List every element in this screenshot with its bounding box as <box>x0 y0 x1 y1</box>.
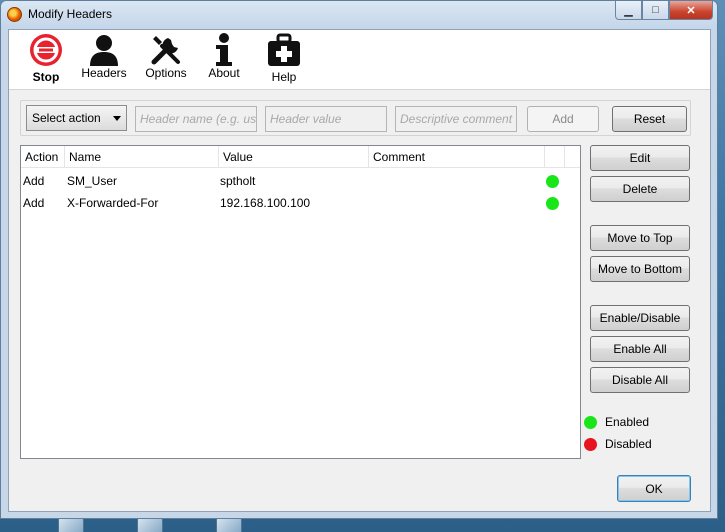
toolbar-about[interactable]: About <box>203 32 245 80</box>
table-row[interactable]: Add SM_User sptholt <box>21 170 580 192</box>
desktop-shortcut-icon[interactable] <box>137 517 163 532</box>
legend-enabled: Enabled <box>584 415 649 429</box>
column-header-status[interactable] <box>545 146 565 168</box>
toolbar-about-label: About <box>208 66 240 80</box>
toolbar-options[interactable]: Options <box>143 32 189 80</box>
info-icon <box>206 32 242 68</box>
disable-all-button[interactable]: Disable All <box>590 367 690 393</box>
close-button[interactable]: ✕ <box>669 1 713 20</box>
minimize-button[interactable]: ▁ <box>615 1 642 20</box>
disabled-status-icon <box>584 437 597 451</box>
delete-button[interactable]: Delete <box>590 176 690 202</box>
table-row[interactable]: Add X-Forwarded-For 192.168.100.100 <box>21 192 580 214</box>
title-bar[interactable]: Modify Headers ▁ □ ✕ <box>1 1 717 28</box>
comment-input[interactable] <box>395 106 517 132</box>
legend-disabled: Disabled <box>584 437 652 451</box>
cell-name: X-Forwarded-For <box>67 196 159 210</box>
header-action-bar: Select action Add Reset <box>20 100 691 136</box>
column-header-value[interactable]: Value <box>219 146 369 168</box>
cell-action: Add <box>23 196 45 210</box>
toolbar-help[interactable]: Help <box>263 32 305 84</box>
column-header-name[interactable]: Name <box>65 146 219 168</box>
column-header-action[interactable]: Action <box>21 146 65 168</box>
stop-icon <box>28 32 64 68</box>
modify-headers-window: Modify Headers ▁ □ ✕ Stop Headers Option… <box>0 0 718 519</box>
select-action-dropdown[interactable]: Select action <box>26 105 127 131</box>
headers-table: Action Name Value Comment Add SM_User sp… <box>20 145 581 459</box>
wrench-screwdriver-icon <box>148 32 184 68</box>
enabled-status-icon <box>546 175 559 188</box>
toolbar-options-label: Options <box>145 66 187 80</box>
desktop-shortcut-icon[interactable] <box>58 517 84 532</box>
window-controls: ▁ □ ✕ <box>615 1 713 20</box>
header-value-input[interactable] <box>265 106 387 132</box>
edit-button[interactable]: Edit <box>590 145 690 171</box>
enabled-status-icon <box>546 197 559 210</box>
desktop-shortcut-icon[interactable] <box>216 517 242 532</box>
legend-enabled-label: Enabled <box>605 415 650 429</box>
user-icon <box>86 32 122 68</box>
column-picker[interactable] <box>565 146 580 168</box>
enable-all-button[interactable]: Enable All <box>590 336 690 362</box>
enabled-status-icon <box>584 415 597 429</box>
column-header-comment[interactable]: Comment <box>369 146 545 168</box>
ok-button[interactable]: OK <box>617 475 691 502</box>
cell-name: SM_User <box>67 174 118 188</box>
medical-kit-icon <box>266 32 302 68</box>
enable-disable-button[interactable]: Enable/Disable <box>590 305 690 331</box>
firefox-icon <box>7 7 22 22</box>
reset-button[interactable]: Reset <box>612 106 687 132</box>
toolbar-stop[interactable]: Stop <box>27 32 65 84</box>
move-to-top-button[interactable]: Move to Top <box>590 225 690 251</box>
toolbar-headers[interactable]: Headers <box>81 32 127 80</box>
header-name-input[interactable] <box>135 106 257 132</box>
toolbar-stop-label: Stop <box>32 70 60 84</box>
chevron-down-icon <box>113 116 121 121</box>
maximize-button[interactable]: □ <box>642 1 669 20</box>
select-action-value: Select action <box>32 111 101 125</box>
cell-value: sptholt <box>220 174 256 188</box>
table-header: Action Name Value Comment <box>21 146 580 168</box>
dialog-client-area: Stop Headers Options About Help Select a… <box>8 29 711 512</box>
legend-disabled-label: Disabled <box>605 437 652 451</box>
toolbar-help-label: Help <box>271 70 297 84</box>
cell-action: Add <box>23 174 45 188</box>
toolbar: Stop Headers Options About Help <box>9 30 710 90</box>
add-button[interactable]: Add <box>527 106 599 132</box>
move-to-bottom-button[interactable]: Move to Bottom <box>590 256 690 282</box>
toolbar-headers-label: Headers <box>81 66 127 80</box>
window-title: Modify Headers <box>28 7 113 21</box>
cell-value: 192.168.100.100 <box>220 196 311 210</box>
